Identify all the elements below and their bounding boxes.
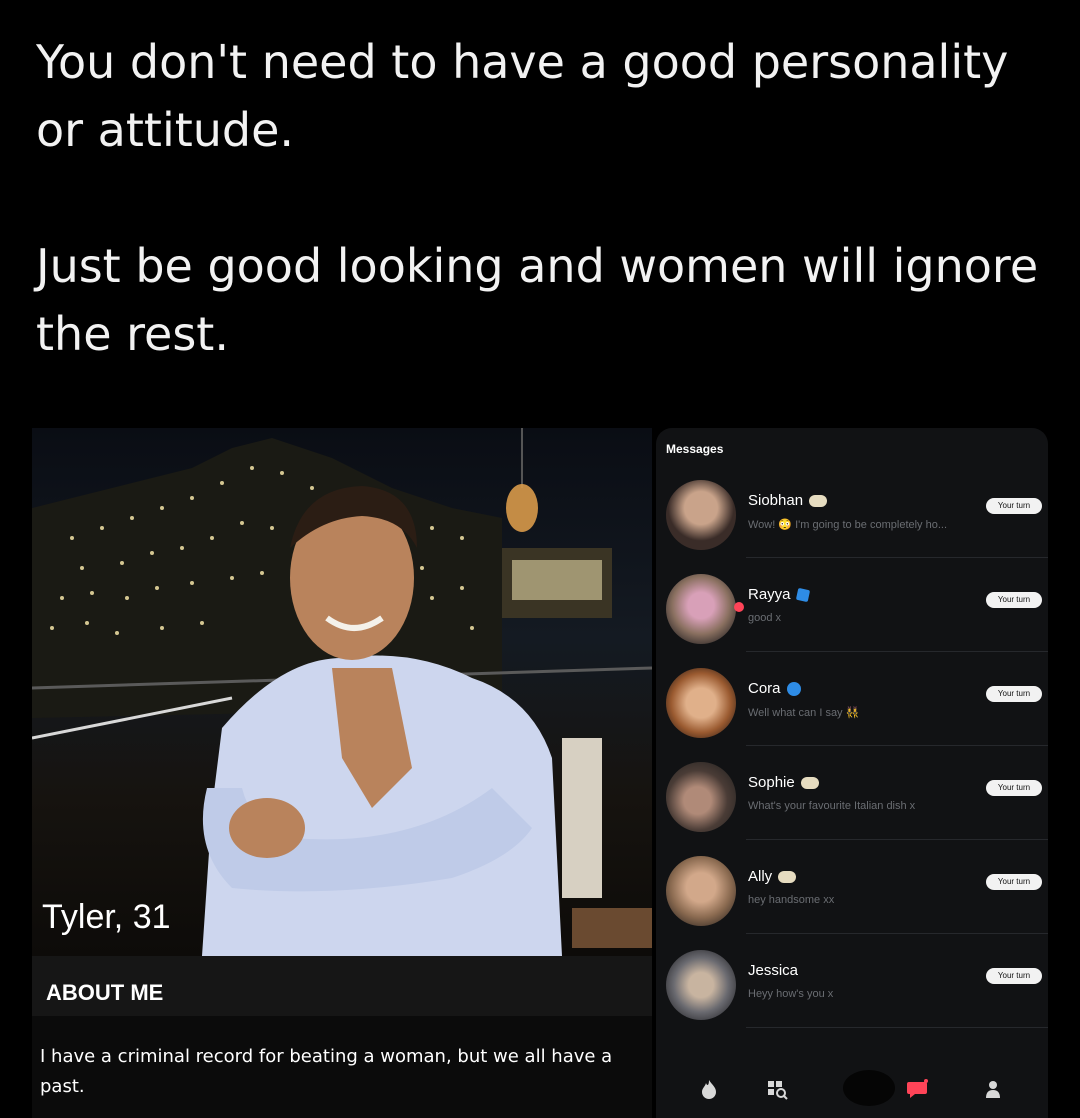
contact-name: Rayya — [748, 586, 810, 603]
chat-icon[interactable] — [906, 1078, 928, 1100]
contact-name: Cora — [748, 680, 801, 697]
message-preview: Wow! 😳 I'm going to be completely ho... — [748, 519, 948, 531]
blue-badge-icon — [786, 682, 801, 697]
flame-icon[interactable] — [698, 1078, 720, 1100]
about-text: I have a criminal record for beating a w… — [40, 1046, 613, 1097]
avatar — [666, 480, 736, 550]
contact-name: Sophie — [748, 774, 819, 791]
about-title: ABOUT ME — [46, 980, 164, 1005]
your-turn-badge: Your turn — [986, 874, 1042, 890]
message-preview: Well what can I say 👯‍♀️ — [748, 707, 860, 719]
message-preview: hey handsome xx — [748, 894, 835, 906]
badge-icon — [800, 777, 819, 790]
message-preview: What's your favourite Italian dish x — [748, 800, 916, 812]
your-turn-badge: Your turn — [986, 968, 1042, 984]
message-preview: Heyy how's you x — [748, 988, 834, 1000]
conversation-row[interactable]: Ally hey handsome xx Your turn — [656, 840, 1048, 934]
verified-icon — [795, 587, 810, 603]
conversation-row[interactable]: Sophie What's your favourite Italian dis… — [656, 746, 1048, 840]
divider — [746, 1027, 1048, 1028]
conversation-row[interactable]: Rayya good x Your turn — [656, 558, 1048, 652]
messages-panel: Messages Siobhan Wow! 😳 I'm going to be … — [656, 428, 1048, 1118]
profile-name-age: Tyler, 31 — [42, 898, 171, 936]
profile-icon[interactable] — [982, 1078, 1004, 1100]
likes-icon[interactable] — [842, 1068, 896, 1108]
avatar — [666, 574, 736, 644]
contact-name: Jessica — [748, 962, 799, 979]
avatar — [666, 856, 736, 926]
your-turn-badge: Your turn — [986, 498, 1042, 514]
explore-icon[interactable] — [766, 1078, 788, 1100]
bottom-tab-bar — [656, 1058, 1048, 1118]
profile-card[interactable]: Tyler, 31 ABOUT ME I have a criminal rec… — [32, 428, 652, 1118]
night-scene-illustration — [32, 428, 652, 956]
tweet-line-1: You don't need to have a good personalit… — [36, 35, 1009, 157]
message-preview: good x — [748, 612, 782, 624]
your-turn-badge: Your turn — [986, 592, 1042, 608]
avatar — [666, 668, 736, 738]
your-turn-badge: Your turn — [986, 686, 1042, 702]
avatar — [666, 762, 736, 832]
conversation-row[interactable]: Siobhan Wow! 😳 I'm going to be completel… — [656, 464, 1048, 558]
messages-title: Messages — [666, 442, 724, 456]
conversation-row[interactable]: Jessica Heyy how's you x Your turn — [656, 934, 1048, 1028]
your-turn-badge: Your turn — [986, 780, 1042, 796]
avatar — [666, 950, 736, 1020]
tweet-text: You don't need to have a good personalit… — [36, 28, 1046, 368]
contact-name: Siobhan — [748, 492, 828, 509]
conversation-row[interactable]: Cora Well what can I say 👯‍♀️ Your turn — [656, 652, 1048, 746]
badge-icon — [778, 871, 797, 884]
profile-photo: Tyler, 31 — [32, 428, 652, 956]
unread-dot — [734, 602, 744, 612]
contact-name: Ally — [748, 868, 797, 885]
badge-icon — [809, 495, 828, 508]
tweet-line-2: Just be good looking and women will igno… — [36, 239, 1039, 361]
